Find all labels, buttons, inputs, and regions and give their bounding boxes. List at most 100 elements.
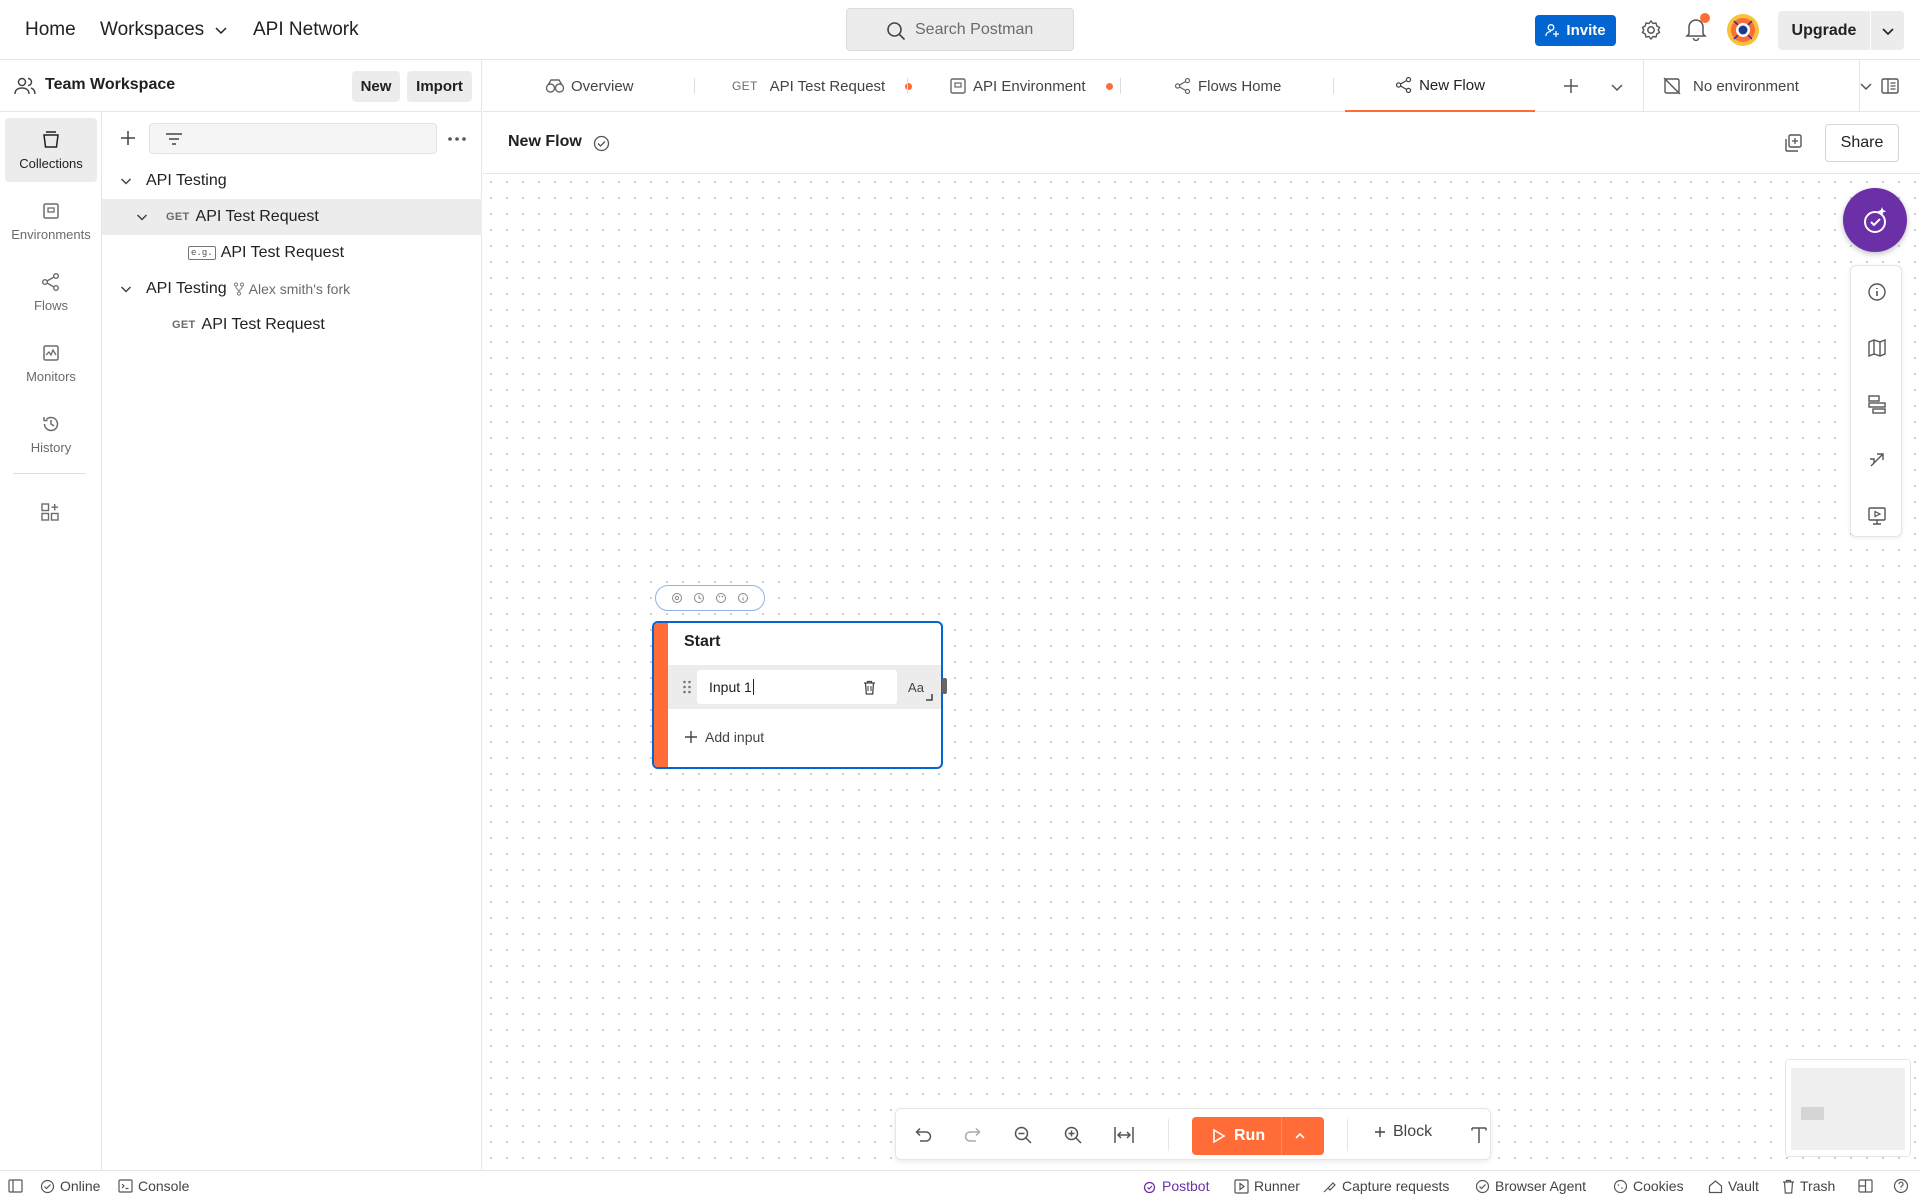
palette-small-icon[interactable] [715,592,727,604]
settings-small-icon[interactable] [671,592,683,604]
connect-icon[interactable] [1867,450,1887,470]
tree-request-api-test-request-2[interactable]: GET API Test Request [102,307,482,343]
rail-item-flows[interactable]: Flows [5,260,97,324]
tab-new-flow[interactable]: New Flow [1345,60,1535,112]
more-options-icon[interactable] [447,136,467,142]
zoom-in-icon[interactable] [1063,1125,1083,1145]
add-block-button[interactable]: Block [1374,1123,1432,1141]
request-name: API Test Request [201,316,325,333]
help-icon[interactable] [1893,1178,1909,1194]
api-network-link[interactable]: API Network [253,0,359,60]
workspace-name[interactable]: Team Workspace [45,76,175,94]
example-badge-icon: e.g. [188,246,216,260]
console-button[interactable]: Console [118,1171,189,1201]
api-network-label: API Network [253,19,359,40]
trash-icon[interactable] [863,680,876,695]
chevron-down-icon[interactable] [1881,24,1895,38]
search-input[interactable]: Search Postman [846,8,1074,51]
zoom-out-icon[interactable] [1013,1125,1033,1145]
start-block[interactable]: Start Input 1 Aa Add input [652,621,943,769]
console-icon [118,1179,133,1193]
play-icon [1213,1128,1226,1144]
undo-icon[interactable] [913,1125,933,1145]
text-tool-icon[interactable] [1470,1125,1488,1145]
rail-label-flows: Flows [34,297,68,313]
import-button[interactable]: Import [407,71,472,102]
environment-label: No environment [1693,77,1799,95]
layout-toggle-icon[interactable] [1858,1179,1873,1193]
output-port[interactable] [942,678,947,694]
rail-item-monitors[interactable]: Monitors [5,331,97,395]
online-status[interactable]: Online [40,1171,100,1201]
tab-api-test-request[interactable]: GET API Test Request [732,60,913,112]
collections-icon [43,130,59,148]
chevron-down-icon [215,27,227,35]
avatar[interactable] [1727,14,1759,46]
tab-divider [1333,78,1334,94]
tab-bar: Overview GET API Test Request API Enviro… [483,60,1920,112]
run-button[interactable]: Run [1192,1117,1324,1155]
vault-button[interactable]: Vault [1708,1171,1759,1201]
chevron-down-icon[interactable] [120,283,132,295]
flow-title[interactable]: New Flow [508,133,582,151]
filter-input[interactable] [149,123,437,154]
chevron-up-icon[interactable] [1294,1130,1306,1142]
configure-sidebar-icon[interactable] [40,502,60,522]
chevron-down-icon[interactable] [136,211,148,223]
collection-name: API Testing [146,280,227,297]
toggle-sidebar-icon[interactable] [8,1179,23,1193]
start-block-accent [654,623,668,767]
browser-agent-button[interactable]: Browser Agent [1475,1171,1586,1201]
present-icon[interactable] [1867,506,1887,526]
fit-view-icon[interactable] [1113,1125,1135,1145]
add-input-button[interactable]: Add input [684,729,764,745]
tree-example-api-test-request[interactable]: e.g. API Test Request [102,235,482,271]
tree-collection-api-testing-fork[interactable]: API Testing Alex smith's fork [102,271,482,307]
trash-button[interactable]: Trash [1782,1171,1835,1201]
postbot-label: Postbot [1162,1178,1210,1194]
layout-icon[interactable] [1867,394,1887,414]
input-type-selector[interactable]: Aa [897,670,935,704]
duplicate-icon[interactable] [1783,133,1803,153]
gear-icon[interactable] [1640,19,1662,41]
tab-api-environment[interactable]: API Environment [949,60,1113,112]
cookies-button[interactable]: Cookies [1613,1171,1684,1201]
redo-icon[interactable] [963,1125,983,1145]
minimap[interactable] [1785,1059,1911,1157]
map-icon[interactable] [1867,338,1887,358]
rail-item-history[interactable]: History [5,402,97,466]
plus-icon [1375,1127,1385,1137]
add-tab-icon[interactable] [1562,77,1580,95]
drag-handle-icon[interactable] [682,680,692,694]
capture-requests-button[interactable]: Capture requests [1322,1171,1449,1201]
notifications-button[interactable] [1685,13,1710,43]
rail-item-environments[interactable]: Environments [5,189,97,253]
fork-label: Alex smith's fork [248,281,351,297]
environment-selector[interactable]: No environment [1663,60,1873,112]
info-small-icon[interactable] [737,592,749,604]
postbot-button[interactable]: Postbot [1142,1171,1209,1201]
tab-overview[interactable]: Overview [545,60,634,112]
invite-button[interactable]: Invite [1535,15,1616,46]
home-link[interactable]: Home [25,0,76,60]
environment-icon [950,78,966,94]
info-icon[interactable] [1867,282,1887,302]
workspaces-menu[interactable]: Workspaces [100,0,228,60]
flow-canvas[interactable]: Start Input 1 Aa Add input Run Block [483,174,1920,1170]
tree-collection-api-testing[interactable]: API Testing [102,163,482,199]
tab-flows-home[interactable]: Flows Home [1174,60,1281,112]
new-button[interactable]: New [352,71,400,102]
history-small-icon[interactable] [693,592,705,604]
chevron-down-icon[interactable] [120,175,132,187]
upgrade-button[interactable]: Upgrade [1778,11,1904,50]
tree-request-api-test-request[interactable]: GET API Test Request [102,199,482,235]
tab-label: API Test Request [769,77,886,95]
runner-button[interactable]: Runner [1234,1171,1300,1201]
share-button[interactable]: Share [1825,124,1899,162]
chevron-down-icon[interactable] [1610,80,1624,94]
add-icon[interactable] [119,129,137,147]
postbot-fab[interactable] [1843,188,1907,252]
upgrade-label: Upgrade [1791,21,1857,39]
environment-quick-look-icon[interactable] [1880,76,1900,96]
rail-item-collections[interactable]: Collections [5,118,97,182]
